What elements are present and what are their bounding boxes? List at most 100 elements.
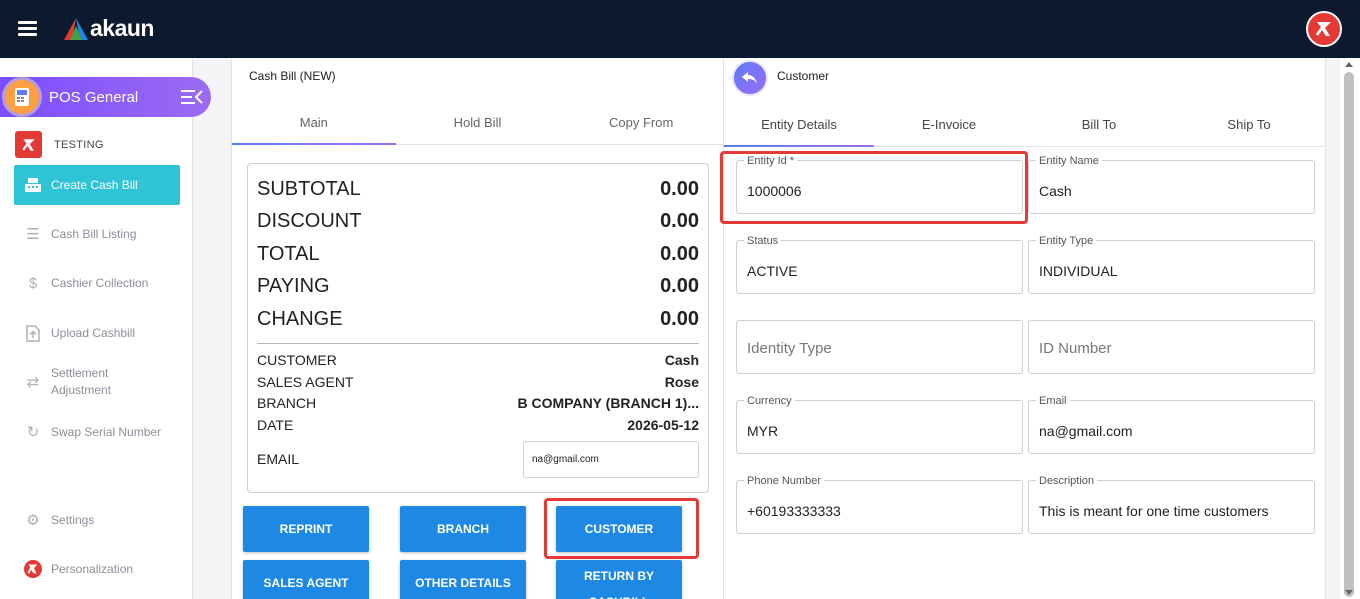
panel-title: Customer [777,69,830,83]
field-label: Phone Number [744,475,824,487]
sidebar-item-label-line1: Settlement [51,366,109,380]
sidebar-item-label-line2: Adjustment [51,383,112,397]
sidebar-item-label: Settlement Adjustment [51,365,111,399]
list-icon: ☰ [26,226,40,243]
back-arrow-icon [742,72,757,84]
email-row: EMAIL na@gmail.com [257,440,699,478]
tab-ship-to[interactable]: Ship To [1174,103,1324,146]
cash-bill-panel: Cash Bill (NEW) Main Hold Bill Copy From… [231,58,724,599]
field-placeholder: ID Number [1039,340,1112,357]
email-field[interactable]: Email na@gmail.com [1028,395,1315,454]
org-logo-icon [15,131,42,158]
customer-panel: Customer Entity Details E-Invoice Bill T… [720,58,1326,599]
upload-file-icon [24,324,42,342]
tab-main[interactable]: Main [232,100,396,145]
entity-type-field[interactable]: Entity Type INDIVIDUAL [1028,235,1315,294]
sales-agent-button[interactable]: SALES AGENT [243,560,369,599]
summary-label: SUBTOTAL [257,177,361,200]
sidebar-item-settings[interactable]: ⚙ Settings [14,500,180,540]
sidebar-item-label: Cashier Collection [51,276,149,290]
field-value: Cash [1039,183,1072,199]
field-label: Email [1036,395,1070,407]
identity-type-field[interactable]: Identity Type [736,320,1023,374]
summary-value: 0.00 [660,210,699,233]
menu-icon[interactable] [18,21,37,36]
field-value: +60193333333 [747,503,841,519]
sidebar-item-cashier-collection[interactable]: $ Cashier Collection [14,263,180,303]
top-bar: akaun [0,0,1360,58]
info-value: Rose [664,373,699,390]
field-value: INDIVIDUAL [1039,263,1118,279]
tab-entity-details[interactable]: Entity Details [724,103,874,147]
info-row-sales-agent: SALES AGENT Rose [257,371,699,393]
tab-copy-from[interactable]: Copy From [559,100,723,144]
field-value: ACTIVE [747,263,798,279]
summary-value: 0.00 [660,275,699,298]
sidebar-item-swap-serial-number[interactable]: ↻ Swap Serial Number [14,412,180,452]
field-value: na@gmail.com [1039,423,1133,439]
app-switcher[interactable]: POS General [0,77,211,117]
sidebar-item-upload-cashbill[interactable]: Upload Cashbill [14,313,180,353]
field-label: Currency [744,395,795,407]
info-row-branch: BRANCH B COMPANY (BRANCH 1)... [257,393,699,415]
summary-label: CHANGE [257,307,343,330]
field-value: MYR [747,423,779,439]
scroll-down-icon[interactable] [1345,590,1353,595]
id-number-field[interactable]: ID Number [1028,320,1315,374]
sidebar-item-settlement-adjustment[interactable]: ⇄ Settlement Adjustment [14,362,180,402]
email-input[interactable]: na@gmail.com [523,440,699,478]
app-title: POS General [49,88,139,106]
summary-label: TOTAL [257,242,320,265]
brand-logo[interactable]: akaun [64,15,154,42]
reprint-button[interactable]: REPRINT [243,506,369,552]
tab-e-invoice[interactable]: E-Invoice [874,103,1024,146]
status-field[interactable]: Status ACTIVE [736,235,1023,294]
scrollbar-thumb[interactable] [1344,72,1354,597]
field-label: Entity Name [1036,155,1102,167]
tab-hold-bill[interactable]: Hold Bill [396,100,560,144]
summary-row-paying: PAYING 0.00 [257,271,699,304]
scrollbar[interactable] [1340,58,1360,599]
user-avatar[interactable] [1306,11,1342,47]
organization[interactable]: TESTING [15,131,104,158]
panel-title: Cash Bill (NEW) [249,69,336,83]
other-details-button[interactable]: OTHER DETAILS [400,560,526,599]
org-name: TESTING [54,138,104,151]
pos-terminal-icon [2,77,42,117]
summary-label: DISCOUNT [257,210,362,233]
field-placeholder: Identity Type [747,340,832,357]
sidebar-item-cash-bill-listing[interactable]: ☰ Cash Bill Listing [14,214,180,254]
description-field[interactable]: Description This is meant for one time c… [1028,475,1315,534]
back-button[interactable] [732,60,768,96]
currency-field[interactable]: Currency MYR [736,395,1023,454]
branch-button[interactable]: BRANCH [400,506,526,552]
dollar-icon: $ [28,274,38,292]
info-value: 2026-05-12 [627,417,699,434]
return-by-cashbill-button[interactable]: RETURN BY CASHBILL [556,560,682,599]
bill-summary: SUBTOTAL 0.00 DISCOUNT 0.00 TOTAL 0.00 PAYI… [247,163,709,493]
sidebar-item-label: Upload Cashbill [51,326,136,340]
info-label: DATE [257,417,294,434]
tab-bill-to[interactable]: Bill To [1024,103,1174,146]
summary-row-change: CHANGE 0.00 [257,303,699,336]
summary-value: 0.00 [660,307,699,330]
highlight-box [720,151,1028,224]
sidebar-item-label: Personalization [51,562,134,576]
summary-row-subtotal: SUBTOTAL 0.00 [257,173,699,206]
sidebar-item-personalization[interactable]: Personalization [14,549,180,589]
sidebar: POS General TESTING Create Cash Bill ☰ C… [0,58,211,599]
info-label: BRANCH [257,395,317,412]
sidebar-item-create-cash-bill[interactable]: Create Cash Bill [14,165,180,205]
summary-label: PAYING [257,275,330,298]
scroll-up-icon[interactable] [1345,62,1353,67]
field-value: This is meant for one time customers [1039,503,1269,519]
info-label: CUSTOMER [257,352,337,369]
info-label: SALES AGENT [257,373,354,390]
collapse-menu-icon[interactable] [181,89,203,105]
summary-row-discount: DISCOUNT 0.00 [257,206,699,239]
brand-name: akaun [90,15,154,41]
entity-name-field[interactable]: Entity Name Cash [1028,155,1315,214]
summary-value: 0.00 [660,177,699,200]
phone-number-field[interactable]: Phone Number +60193333333 [736,475,1023,534]
highlight-box [544,498,699,559]
